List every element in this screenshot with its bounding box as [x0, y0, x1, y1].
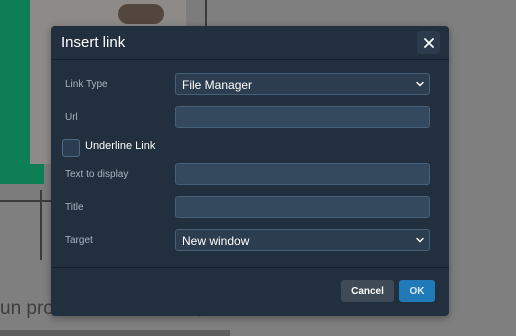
title-input[interactable]	[175, 196, 430, 218]
chevron-down-icon	[416, 237, 424, 243]
title-label: Title	[65, 202, 84, 213]
url-input[interactable]	[175, 106, 430, 128]
target-value: New window	[182, 234, 250, 248]
link-type-select[interactable]: File Manager	[175, 73, 430, 95]
background-divider	[40, 190, 42, 260]
close-icon	[423, 37, 434, 48]
link-type-value: File Manager	[182, 78, 253, 92]
insert-link-dialog: Insert link Link Type File Manager Url U…	[51, 26, 449, 316]
underline-link-checkbox[interactable]	[62, 139, 80, 157]
ok-button[interactable]: OK	[399, 280, 435, 302]
target-select[interactable]: New window	[175, 229, 430, 251]
text-to-display-label: Text to display	[65, 169, 129, 180]
cancel-button[interactable]: Cancel	[341, 280, 394, 302]
close-button[interactable]	[417, 31, 440, 54]
underline-link-label: Underline Link	[85, 140, 156, 152]
dialog-header: Insert link	[51, 26, 449, 60]
url-label: Url	[65, 112, 78, 123]
target-label: Target	[65, 235, 93, 246]
text-to-display-input[interactable]	[175, 163, 430, 185]
chevron-down-icon	[416, 81, 424, 87]
dialog-title: Insert link	[61, 34, 126, 51]
background-photo-object	[118, 4, 164, 24]
background-paragraph-line	[0, 322, 250, 336]
link-type-label: Link Type	[65, 79, 108, 90]
dialog-footer: Cancel OK	[51, 267, 449, 316]
